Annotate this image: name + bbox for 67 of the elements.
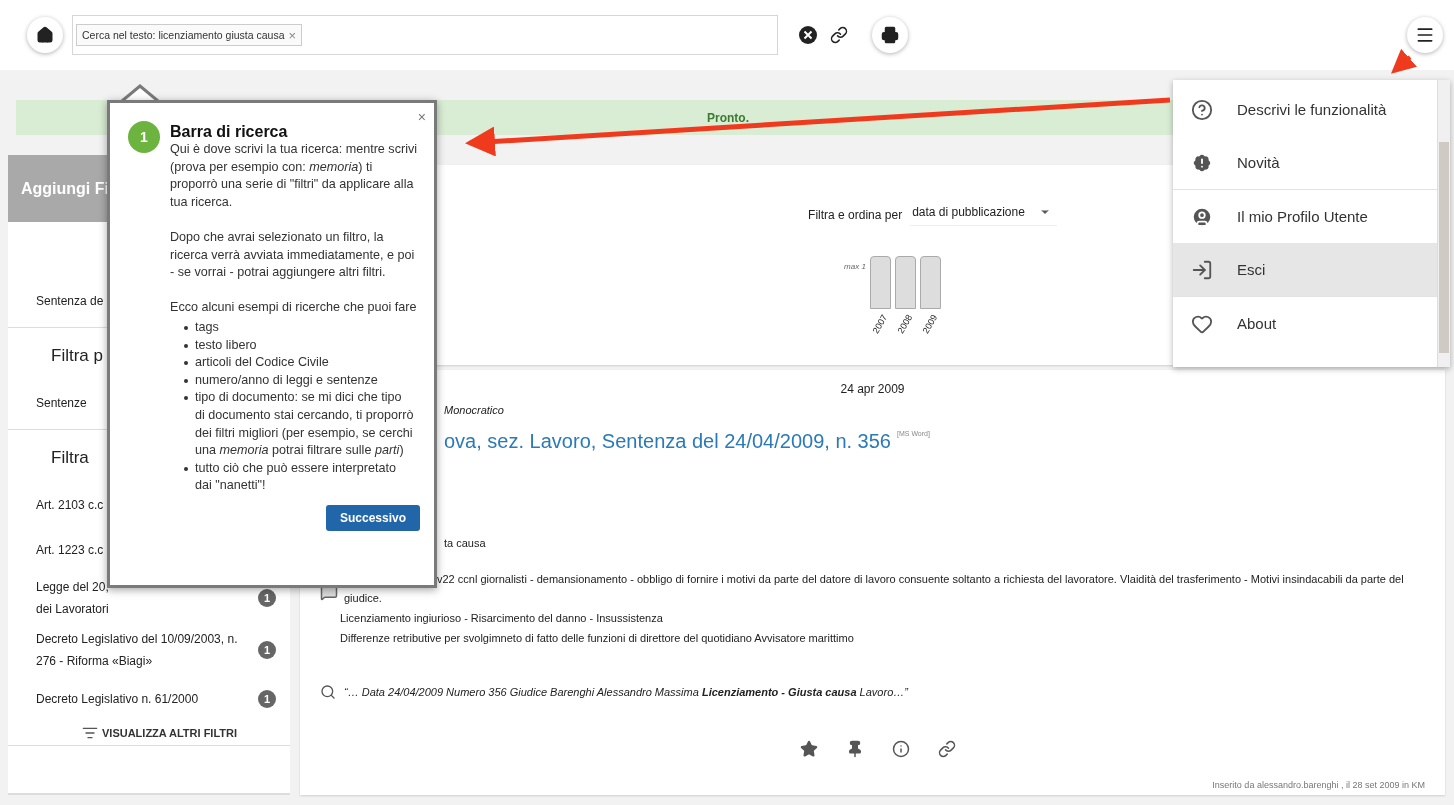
user-icon — [1191, 205, 1213, 228]
example-text: numero/anno di leggi e sentenze — [195, 371, 378, 389]
next-button[interactable]: Successivo — [325, 504, 420, 531]
bullet-icon — [184, 378, 188, 383]
maxim-text: Licenziamento ingiurioso - Risarcimento del danno - Insussistenza — [340, 611, 664, 626]
example-text: tipo di documento: se mi dici che tipo di documento stai cercando, ti proporrò dei filtri migliori (per esempio, se cerchi una memoria potrai filtrare sulle parti) — [195, 389, 414, 460]
popover-paragraph: Qui è dove scrivi la tua ricerca: mentre scrivi (prova per esempio con: memoria) ti proporrò una serie di "filtri" da applicare alla tua ricerca. — [170, 141, 419, 211]
summary-text: giudice. — [344, 591, 382, 606]
more-filters-button[interactable]: VISUALIZZA ALTRI FILTRI — [82, 725, 238, 741]
count-badge: 1 — [258, 641, 276, 659]
excerpt-text: “… Data 24/04/2009 Numero 356 Giudice Barenghi Alessandro Massima Licenziamento - Giusta causa Lavoro…” — [344, 686, 908, 698]
bullet-icon — [184, 361, 188, 366]
count-badge: 1 — [258, 689, 276, 708]
chip-remove-button[interactable]: × — [288, 27, 297, 43]
star-button[interactable] — [799, 740, 818, 758]
menu-button[interactable] — [1407, 17, 1443, 53]
max-label: max 1 — [844, 262, 866, 271]
search-icon — [320, 684, 336, 700]
search-field[interactable]: Cerca nel testo: licenziamento giusta causa × — [72, 15, 778, 55]
search-filter-chip[interactable]: Cerca nel testo: licenziamento giusta causa × — [76, 24, 303, 46]
scrollbar[interactable] — [1437, 80, 1450, 367]
link-icon — [830, 26, 848, 44]
maxim-text: Differenze retributive per svolgimneto di fatto delle funzioni di direttore del quotidiano Avvisatore marittimo — [340, 631, 855, 646]
result-date: 24 apr 2009 — [840, 382, 905, 396]
menu-item[interactable]: Esci — [1173, 243, 1437, 296]
section-heading: Filtra — [51, 448, 89, 468]
arrow — [1391, 48, 1417, 74]
example-text: articoli del Codice Civile — [195, 354, 329, 372]
filter-item[interactable]: Decreto Legislativo del 10/09/2003, n. 276 - Riforma «Biagi» — [36, 628, 258, 672]
help-icon — [1191, 98, 1213, 121]
result-title-link[interactable]: ova, sez. Lavoro, Sentenza del 24/04/2009, n. 356 — [444, 430, 891, 453]
sort-dropdown[interactable]: data di pubblicazione — [910, 203, 1057, 226]
example-text: testo libero — [195, 336, 257, 354]
link-button[interactable] — [937, 740, 956, 758]
popover-paragraph: Ecco alcuni esempi di ricerche che puoi fare — [170, 299, 418, 317]
info-icon — [891, 740, 910, 758]
count-badge: 1 — [258, 589, 276, 607]
link-button[interactable] — [830, 26, 848, 44]
court-label: Monocratico — [444, 404, 505, 416]
filter-item[interactable]: Decreto Legislativo n. 61/2000 — [36, 687, 258, 710]
print-button[interactable] — [872, 17, 908, 53]
example-text: tutto ciò che può essere interpretato dai "nanetti"! — [195, 459, 397, 495]
bullet-icon — [184, 396, 188, 401]
printer-icon — [881, 26, 899, 44]
sort-label: Filtra e ordina per — [808, 207, 903, 222]
inserted-by-text: Inserito da alessandro.barenghi , il 28 set 2009 in KM — [1212, 780, 1425, 790]
info-button[interactable] — [891, 740, 910, 758]
clear-icon — [798, 25, 818, 45]
bullet-icon — [184, 325, 188, 330]
logout-icon — [1191, 258, 1213, 281]
bullet-icon — [184, 466, 188, 471]
step-badge: 1 — [128, 121, 160, 153]
alert-badge-icon — [1191, 151, 1213, 174]
close-button[interactable]: × — [417, 109, 426, 125]
filter-icon — [82, 725, 98, 741]
home-icon — [36, 26, 54, 44]
menu-icon — [1415, 25, 1435, 45]
link-icon — [937, 740, 956, 758]
section-heading: Filtra p — [51, 346, 103, 366]
summary-text: v22 ccnl giornalisti - demansionamento - obbligo di fornire i motivi da parte del datore di lavoro consuente soltanto a richiesta del lavoratore. Vlaidità del trasferimento - Motivi insindacabili da parte del — [437, 572, 1405, 587]
clear-button[interactable] — [798, 25, 818, 45]
popover-paragraph: Dopo che avrai selezionato un filtro, la ricerca verrà avviata immediatamente, e poi - se vorrai - potrai aggiungere altri filtri. — [170, 228, 416, 282]
bullet-icon — [184, 343, 188, 348]
tag-label: ta causa — [444, 537, 487, 549]
home-button[interactable] — [27, 17, 63, 53]
example-text: tags — [195, 318, 219, 336]
star-icon — [799, 740, 818, 758]
